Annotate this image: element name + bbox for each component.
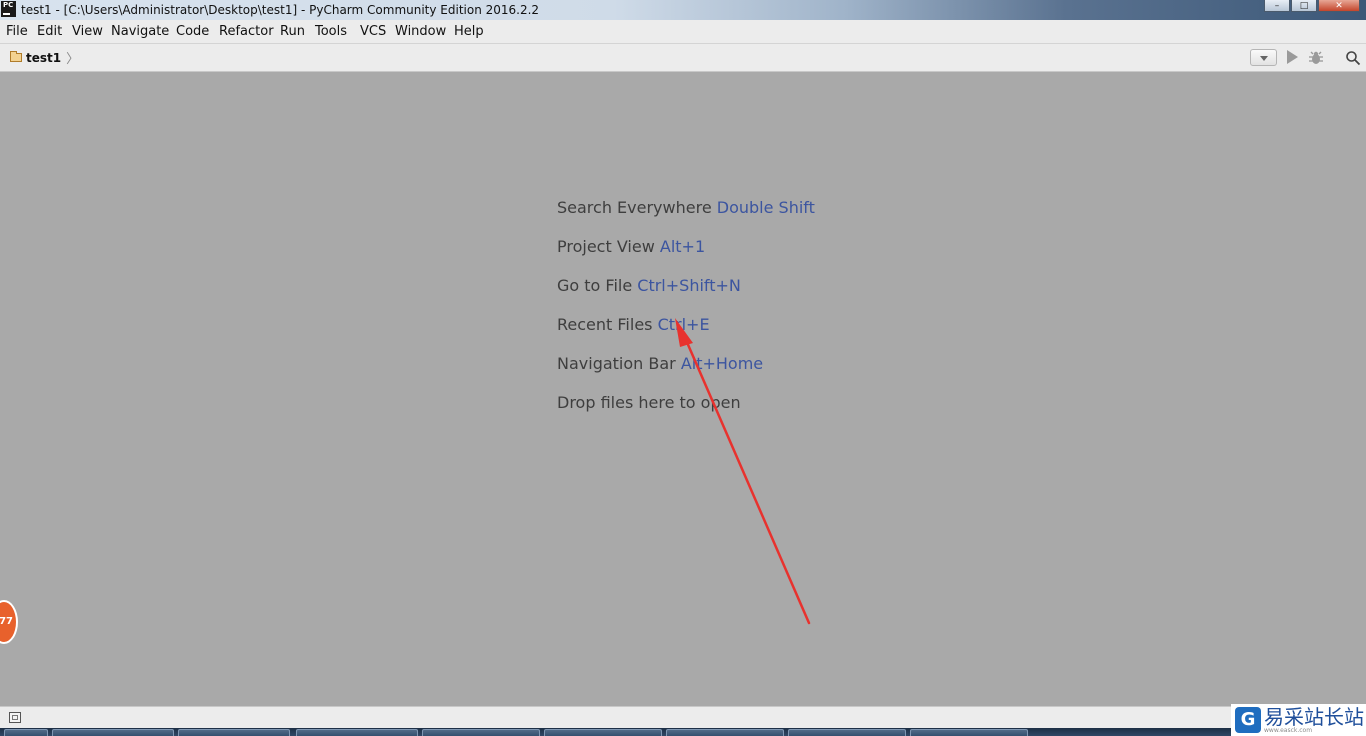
site-watermark: G 易采站长站 www.easck.com [1231,704,1366,736]
taskbar-item[interactable] [52,729,174,736]
taskbar-item[interactable] [178,729,290,736]
taskbar-item[interactable] [422,729,540,736]
tool-windows-icon[interactable] [9,712,21,723]
watermark-text: 易采站长站 [1264,705,1364,729]
annotation-arrow-head [675,318,693,347]
status-bar [0,706,1366,728]
watermark-subtext: www.easck.com [1264,727,1313,734]
taskbar-item[interactable] [666,729,784,736]
annotation-arrow [675,318,811,625]
windows-taskbar [0,728,1366,736]
annotation-arrow-shaft [684,338,811,625]
taskbar-item[interactable] [296,729,418,736]
taskbar-item[interactable] [910,729,1028,736]
watermark-logo-icon: G [1235,707,1261,733]
taskbar-item[interactable] [544,729,662,736]
taskbar-item[interactable] [788,729,906,736]
start-button[interactable] [4,729,48,736]
